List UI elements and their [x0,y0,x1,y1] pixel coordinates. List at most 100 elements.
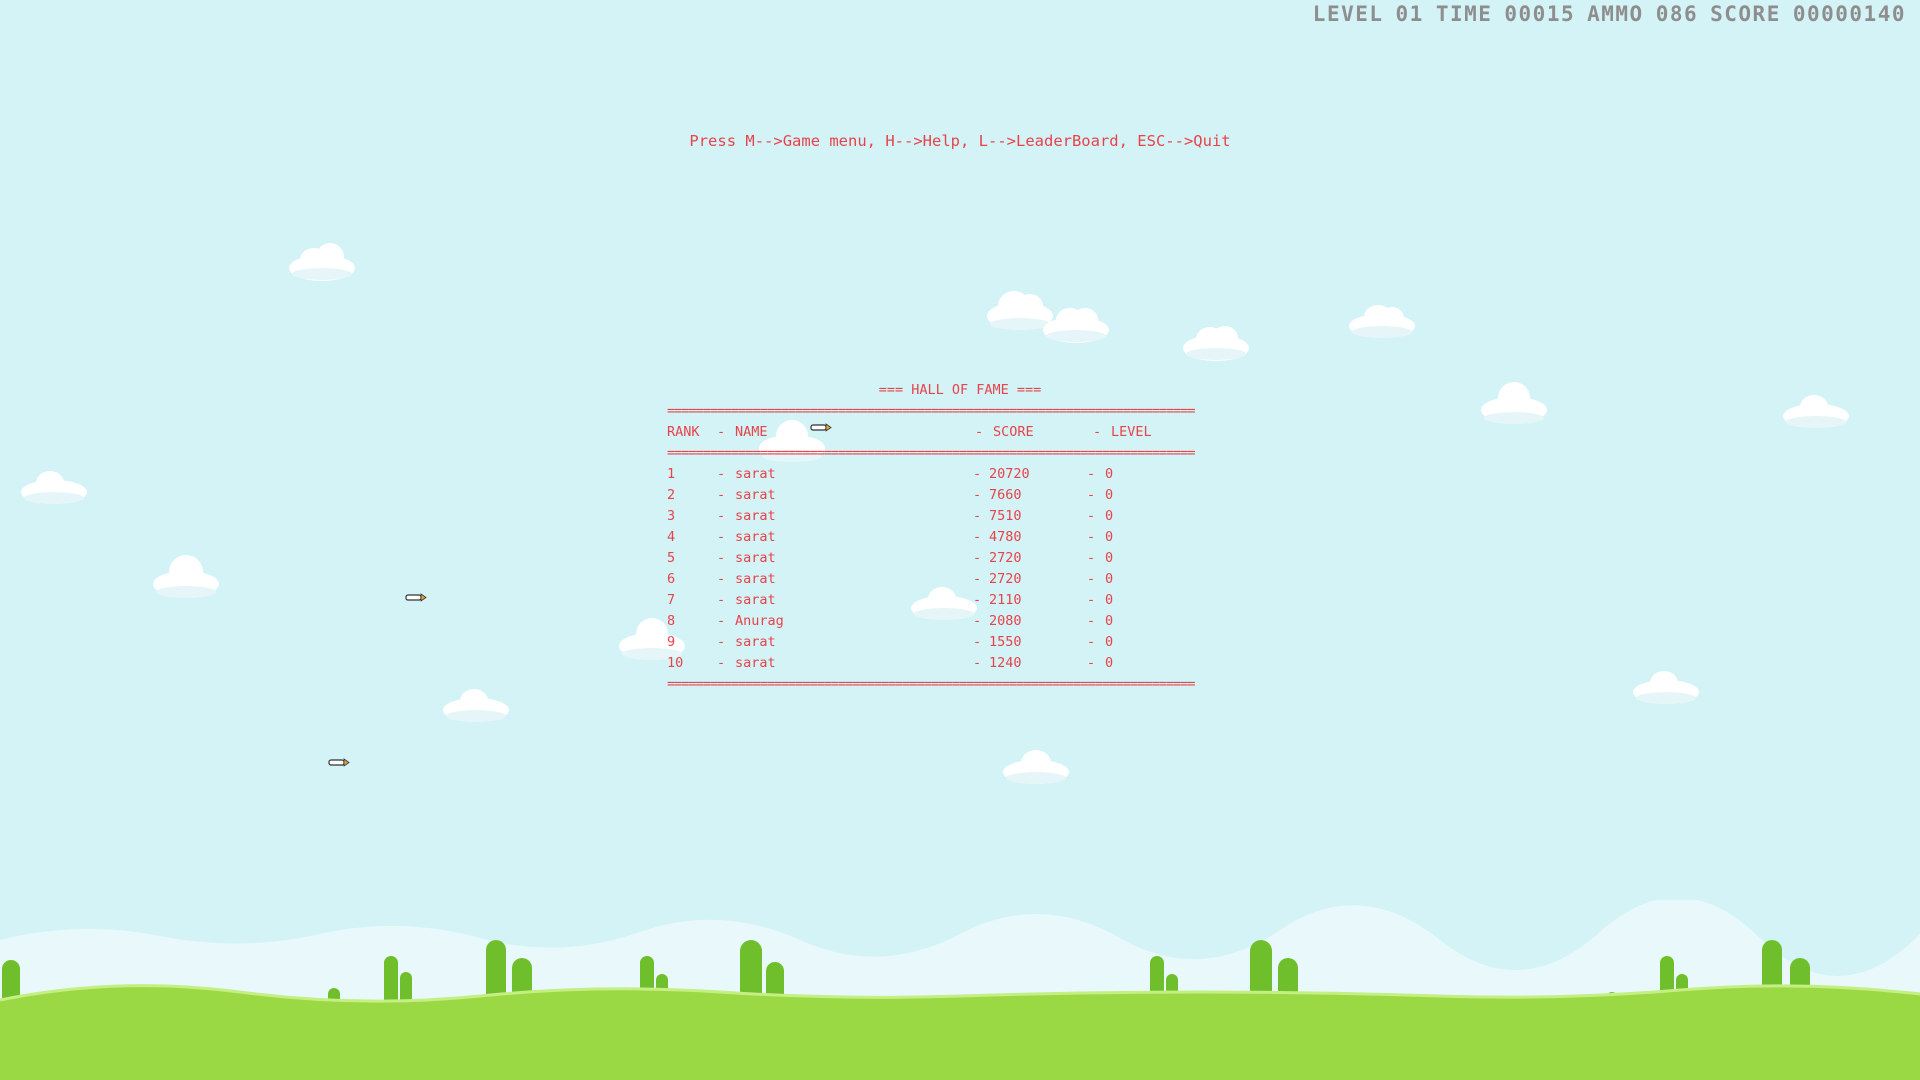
cloud-sprite [1349,305,1415,338]
row-separator: - [717,613,726,629]
row-separator: - [1087,466,1096,482]
table-row: 6 - sarat - 2720 - 0 [667,569,1253,590]
row-score: 2720 [989,550,1022,566]
cloud-sprite [1783,395,1849,428]
row-score: 1240 [989,655,1022,671]
row-separator: - [1087,613,1096,629]
header-separator: - [717,424,726,440]
header-rank: RANK [667,424,700,440]
row-rank: 6 [667,571,676,587]
row-separator: - [717,655,726,671]
hall-of-fame-title: === HALL OF FAME === [878,382,1042,398]
row-rank: 3 [667,508,676,524]
row-separator: - [717,529,726,545]
row-name: sarat [735,487,776,503]
row-rank: 10 [667,655,684,671]
row-level: 0 [1105,508,1114,524]
row-separator: - [973,634,982,650]
header-score: SCORE [993,424,1034,440]
row-separator: - [973,655,982,671]
table-header: RANK - NAME - SCORE - LEVEL [667,422,1253,443]
row-separator: - [973,508,982,524]
row-separator: - [717,550,726,566]
row-separator: - [1087,634,1096,650]
row-name: sarat [735,550,776,566]
table-row: 4 - sarat - 4780 - 0 [667,527,1253,548]
row-separator: - [717,508,726,524]
cloud-sprite [1183,326,1249,361]
cloud-sprite [1043,308,1109,343]
hud-level-value: 01 [1395,2,1424,26]
row-separator: - [973,466,982,482]
row-rank: 9 [667,634,676,650]
hud-time-label: TIME [1435,2,1493,26]
row-level: 0 [1105,571,1114,587]
row-name: sarat [735,634,776,650]
row-separator: - [717,466,726,482]
row-level: 0 [1105,466,1114,482]
row-separator: - [973,487,982,503]
rule-top: ========================================… [667,403,1195,419]
row-rank: 5 [667,550,676,566]
header-level: LEVEL [1111,424,1152,440]
row-score: 2720 [989,571,1022,587]
row-rank: 1 [667,466,676,482]
cloud-sprite [21,471,87,504]
row-level: 0 [1105,655,1114,671]
table-row: 9 - sarat - 1550 - 0 [667,632,1253,653]
row-score: 1550 [989,634,1022,650]
row-separator: - [1087,571,1096,587]
cloud-sprite [153,555,219,598]
row-score: 4780 [989,529,1022,545]
table-row: 3 - sarat - 7510 - 0 [667,506,1253,527]
bullet-sprite [328,758,350,767]
hud-bar: LEVEL 01 TIME 00015 AMMO 086 SCORE 00000140 [1301,2,1906,26]
rule-mid: ========================================… [667,445,1195,461]
row-separator: - [1087,655,1096,671]
row-name: sarat [735,655,776,671]
table-row: 5 - sarat - 2720 - 0 [667,548,1253,569]
cloud-sprite [289,243,355,281]
ground-terrain [0,900,1920,1080]
bullet-sprite [405,593,427,602]
row-separator: - [717,487,726,503]
header-separator: - [975,424,984,440]
hud-time-value: 00015 [1504,2,1576,26]
table-row: 8 - Anurag - 2080 - 0 [667,611,1253,632]
row-name: sarat [735,592,776,608]
row-separator: - [973,529,982,545]
row-name: sarat [735,571,776,587]
hud-score-value: 00000140 [1792,2,1906,26]
row-score: 7510 [989,508,1022,524]
hud-score-label: SCORE [1710,2,1781,26]
cloud-sprite [443,689,509,722]
row-separator: - [1087,592,1096,608]
cloud-sprite [1633,671,1699,704]
row-rank: 7 [667,592,676,608]
row-separator: - [1087,487,1096,503]
row-level: 0 [1105,634,1114,650]
row-separator: - [1087,550,1096,566]
row-separator: - [717,634,726,650]
row-separator: - [717,571,726,587]
header-name: NAME [735,424,768,440]
hall-of-fame-panel: === HALL OF FAME === ===================… [667,380,1253,695]
row-level: 0 [1105,550,1114,566]
game-canvas[interactable]: LEVEL 01 TIME 00015 AMMO 086 SCORE 00000140 Pre… [0,0,1920,1080]
header-separator: - [1093,424,1102,440]
cloud-sprite [1481,382,1547,424]
row-level: 0 [1105,487,1114,503]
row-name: sarat [735,508,776,524]
row-separator: - [1087,529,1096,545]
row-level: 0 [1105,529,1114,545]
row-name: sarat [735,529,776,545]
row-separator: - [973,613,982,629]
rule-bottom: ========================================… [667,676,1195,692]
table-row: 1 - sarat - 20720 - 0 [667,464,1253,485]
hud-ammo-label: AMMO [1587,2,1644,26]
hud-level-label: LEVEL [1312,2,1384,26]
hud-ammo-value: 086 [1655,2,1699,26]
row-score: 20720 [989,466,1030,482]
row-rank: 2 [667,487,676,503]
cloud-sprite [1003,750,1069,784]
